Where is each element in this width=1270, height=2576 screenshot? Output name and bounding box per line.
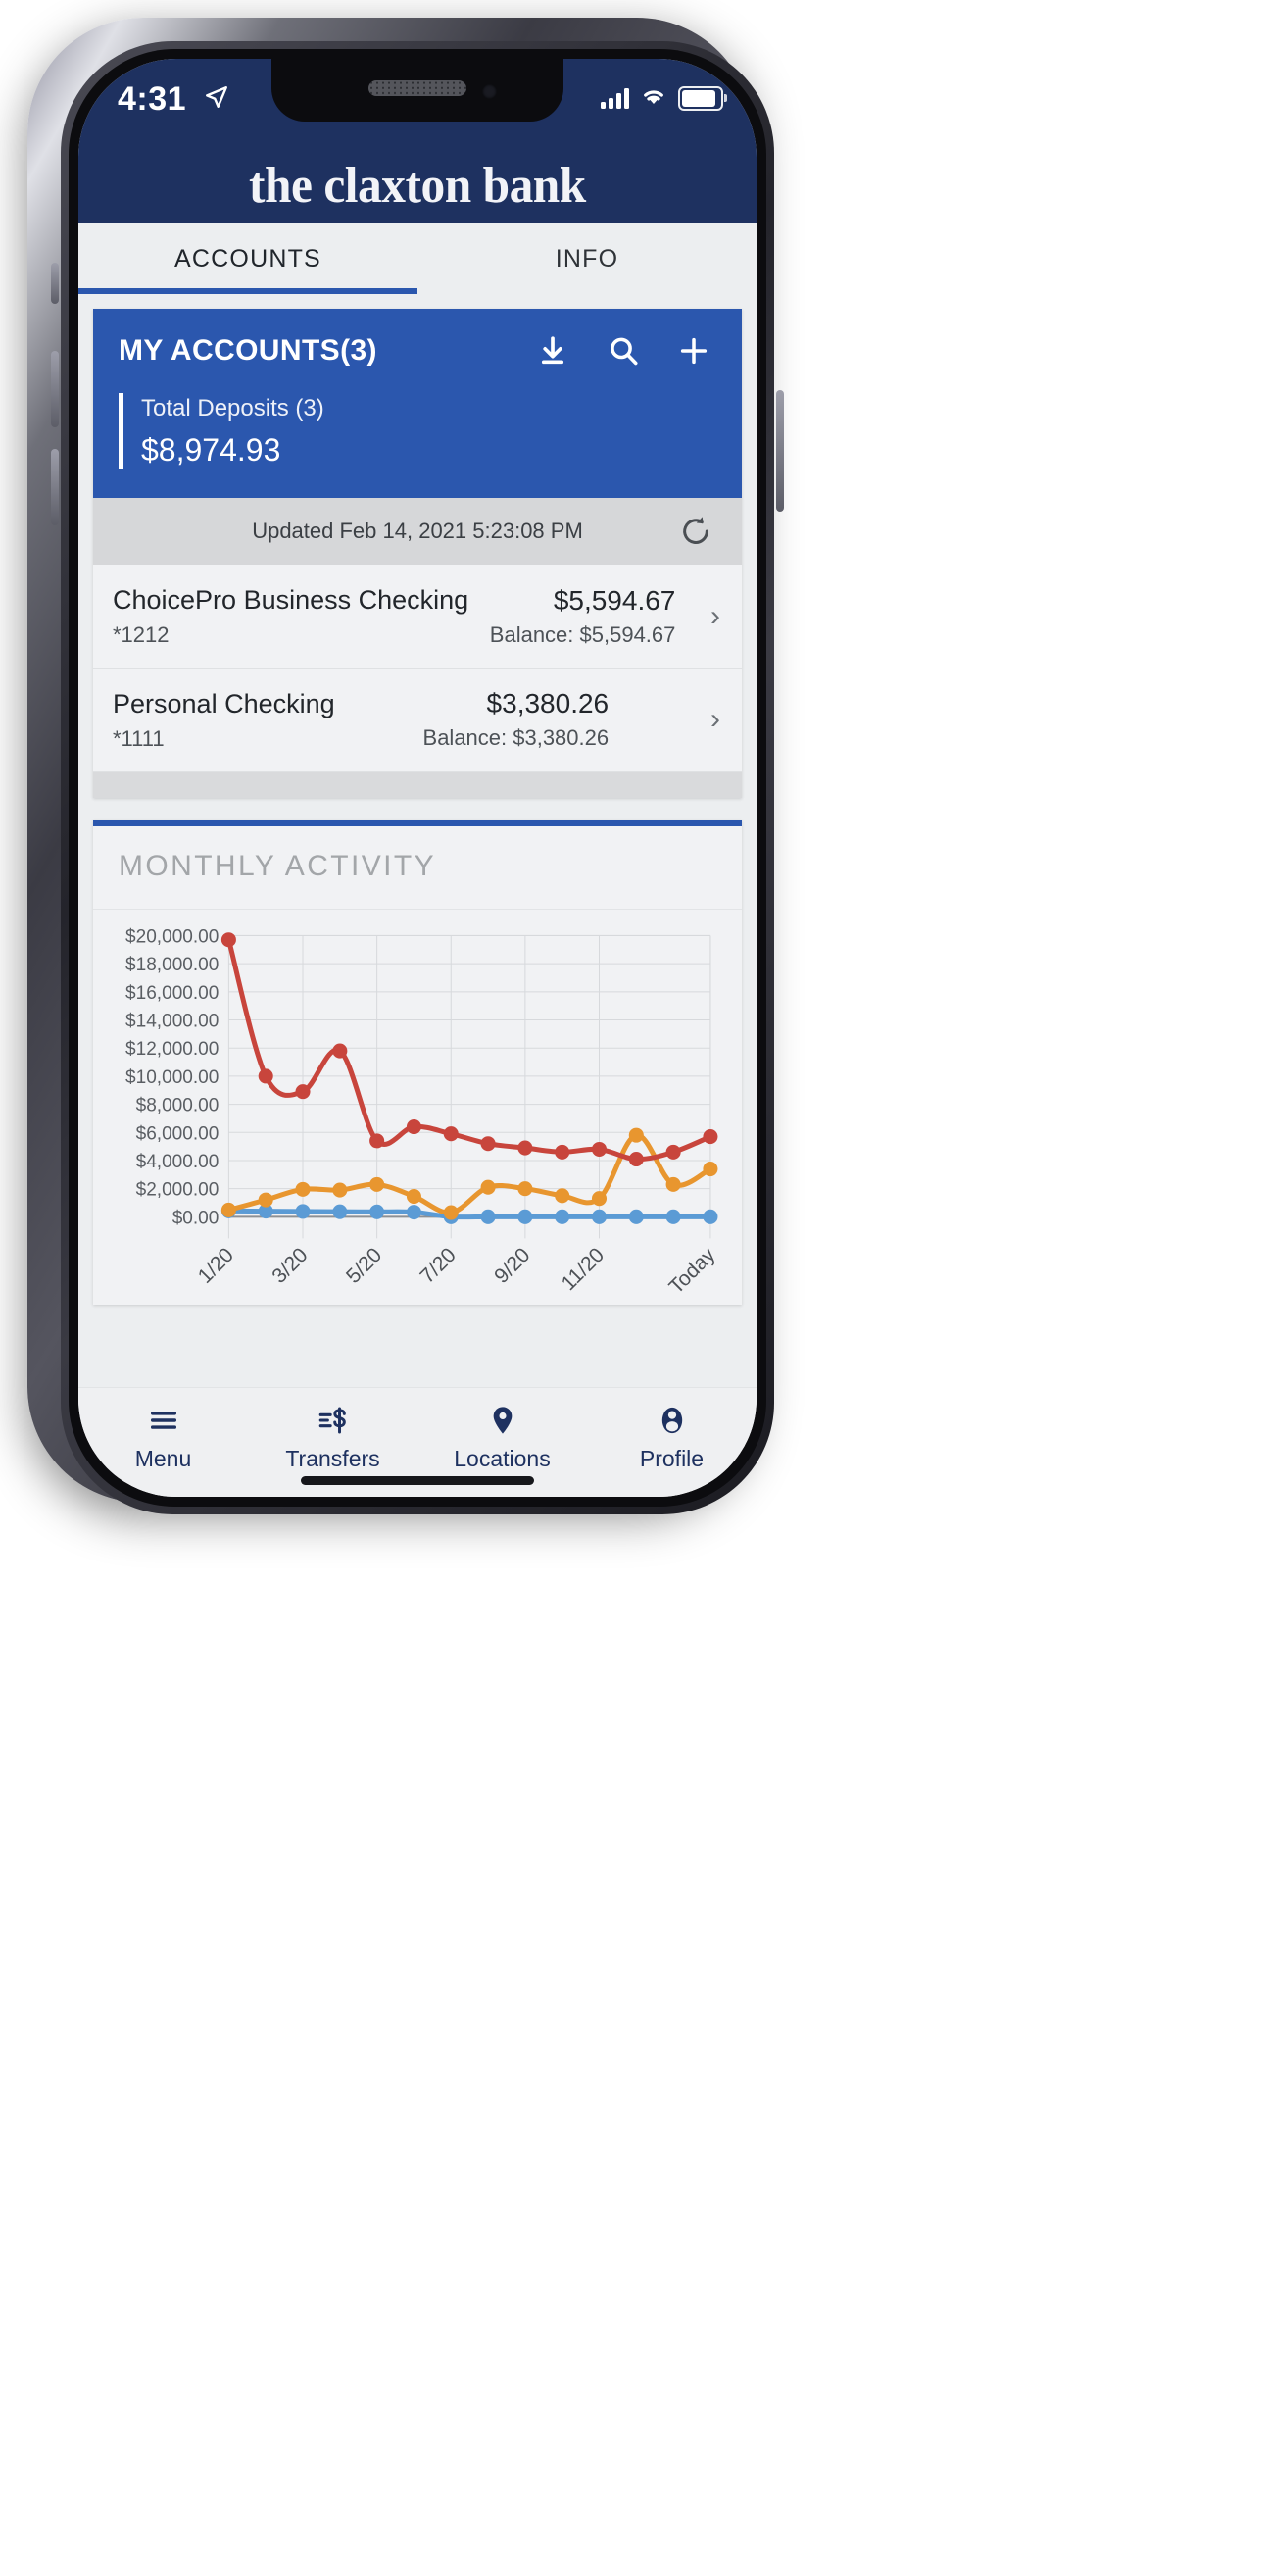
volume-up-button[interactable]	[51, 351, 59, 427]
refresh-icon[interactable]	[679, 515, 712, 548]
app-header: the claxton bank	[78, 147, 757, 223]
phone-frame: 4:31 the claxton bank ACCOUNTS INFO MY A…	[27, 18, 784, 1514]
chart-y-tick-label: $14,000.00	[125, 1011, 219, 1031]
updated-timestamp: Updated Feb 14, 2021 5:23:08 PM	[252, 519, 583, 544]
silent-switch[interactable]	[51, 263, 59, 304]
location-arrow-icon	[204, 84, 229, 110]
tab-bar: ACCOUNTS INFO	[78, 223, 757, 295]
account-identity: Personal Checking *1111	[113, 688, 335, 752]
nav-label-transfers: Transfers	[285, 1446, 380, 1471]
status-bar-indicators	[601, 84, 727, 112]
chart-y-tick-label: $16,000.00	[125, 983, 219, 1004]
map-pin-icon	[486, 1402, 519, 1439]
activity-line-chart: $20,000.00 $18,000.00 $16,000.00 $14,000.00…	[125, 926, 720, 1298]
chart-y-tick-label: $20,000.00	[125, 926, 219, 947]
chevron-right-icon[interactable]: ›	[710, 705, 720, 734]
tab-accounts-label: ACCOUNTS	[174, 244, 321, 272]
volume-down-button[interactable]	[51, 449, 59, 525]
scroll-content[interactable]: MY ACCOUNTS(3) Total Deposits (3) $8,974…	[78, 294, 757, 1402]
chart-y-tick-label: $4,000.00	[136, 1152, 220, 1172]
chart-x-tick-label: 7/20	[416, 1243, 461, 1287]
monthly-activity-title: MONTHLY ACTIVITY	[93, 826, 742, 910]
download-icon[interactable]	[536, 334, 569, 368]
screenshot-stage: 4:31 the claxton bank ACCOUNTS INFO MY A…	[0, 0, 1270, 2576]
earpiece-speaker	[368, 80, 466, 96]
chart-y-tick-label: $2,000.00	[136, 1179, 220, 1200]
chart-x-tick-label: 3/20	[268, 1243, 312, 1287]
my-accounts-header: MY ACCOUNTS(3) Total Deposits (3) $8,974…	[93, 309, 742, 499]
total-deposits-amount: $8,974.93	[141, 432, 281, 469]
chart-series-2	[220, 1203, 718, 1224]
status-bar-time: 4:31	[118, 80, 187, 118]
nav-item-profile[interactable]: Profile	[587, 1402, 757, 1472]
nav-label-locations: Locations	[454, 1446, 551, 1471]
account-balance: Balance: $5,594.67	[489, 621, 676, 647]
total-deposits-block: Total Deposits (3) $8,974.93	[119, 393, 716, 470]
updated-bar: Updated Feb 14, 2021 5:23:08 PM	[93, 498, 742, 566]
chart-series-1	[220, 1127, 718, 1220]
account-name: Personal Checking	[113, 688, 335, 718]
chart-y-tick-label: $18,000.00	[125, 955, 219, 975]
chart-x-tick-label: 11/20	[558, 1243, 609, 1294]
transfers-dollar-icon	[317, 1402, 350, 1439]
chart-y-tick-label: $8,000.00	[136, 1095, 220, 1115]
battery-full-icon	[678, 85, 727, 111]
monthly-activity-card: MONTHLY ACTIVITY $20,000.00 $18,000.00 $16…	[93, 819, 742, 1305]
chevron-right-icon[interactable]: ›	[710, 601, 720, 631]
my-accounts-card: MY ACCOUNTS(3) Total Deposits (3) $8,974…	[93, 309, 742, 798]
search-icon[interactable]	[607, 334, 640, 368]
card-footer-strip	[93, 771, 742, 798]
power-button[interactable]	[776, 390, 784, 512]
tab-info[interactable]: INFO	[417, 223, 757, 294]
hamburger-menu-icon	[147, 1402, 180, 1439]
plus-icon[interactable]	[677, 334, 710, 368]
nav-item-transfers[interactable]: Transfers	[248, 1402, 417, 1472]
chart-x-tick-label: 9/20	[490, 1243, 534, 1287]
chart-series-0	[220, 931, 718, 1166]
chart-y-tick-label: $6,000.00	[136, 1123, 220, 1144]
phone-screen: 4:31 the claxton bank ACCOUNTS INFO MY A…	[78, 59, 757, 1497]
chart-y-tick-label: $0.00	[172, 1208, 220, 1228]
bank-logo-text: the claxton bank	[249, 157, 586, 214]
nav-item-locations[interactable]: Locations	[417, 1402, 587, 1472]
account-row-choicepro[interactable]: ChoicePro Business Checking *1212 $5,594…	[93, 565, 742, 669]
account-available: $3,380.26	[486, 688, 610, 719]
cellular-signal-icon	[601, 87, 629, 109]
chart-x-tick-label: Today	[665, 1243, 720, 1298]
front-camera	[482, 84, 497, 99]
tab-info-label: INFO	[555, 244, 619, 272]
account-amounts: $3,380.26 Balance: $3,380.26	[423, 688, 610, 751]
nav-label-profile: Profile	[639, 1446, 705, 1471]
nav-item-menu[interactable]: Menu	[78, 1402, 248, 1472]
account-name: ChoicePro Business Checking	[113, 585, 469, 616]
home-indicator[interactable]	[301, 1476, 534, 1485]
chart-y-tick-label: $10,000.00	[125, 1067, 219, 1088]
chart-y-tick-label: $12,000.00	[125, 1039, 219, 1060]
tab-accounts[interactable]: ACCOUNTS	[78, 223, 417, 294]
my-accounts-actions	[536, 334, 716, 368]
my-accounts-header-row: MY ACCOUNTS(3)	[119, 334, 716, 368]
my-accounts-title: MY ACCOUNTS(3)	[119, 334, 377, 367]
person-icon	[656, 1402, 689, 1439]
chart-x-tick-label: 1/20	[194, 1243, 238, 1287]
account-row-personal[interactable]: Personal Checking *1111 $3,380.26 Balanc…	[93, 668, 742, 772]
nav-label-menu: Menu	[134, 1446, 192, 1471]
account-available: $5,594.67	[553, 584, 676, 616]
total-deposits-label: Total Deposits (3)	[141, 395, 324, 421]
account-balance: Balance: $3,380.26	[422, 725, 610, 751]
account-amounts: $5,594.67 Balance: $5,594.67	[490, 585, 676, 648]
account-number: *1212	[113, 621, 170, 647]
monthly-activity-chart[interactable]: $20,000.00 $18,000.00 $16,000.00 $14,000.00…	[93, 910, 742, 1305]
account-number: *1111	[113, 725, 165, 751]
chart-x-tick-label: 5/20	[342, 1243, 386, 1287]
wifi-icon	[640, 84, 667, 112]
account-identity: ChoicePro Business Checking *1212	[113, 584, 468, 648]
